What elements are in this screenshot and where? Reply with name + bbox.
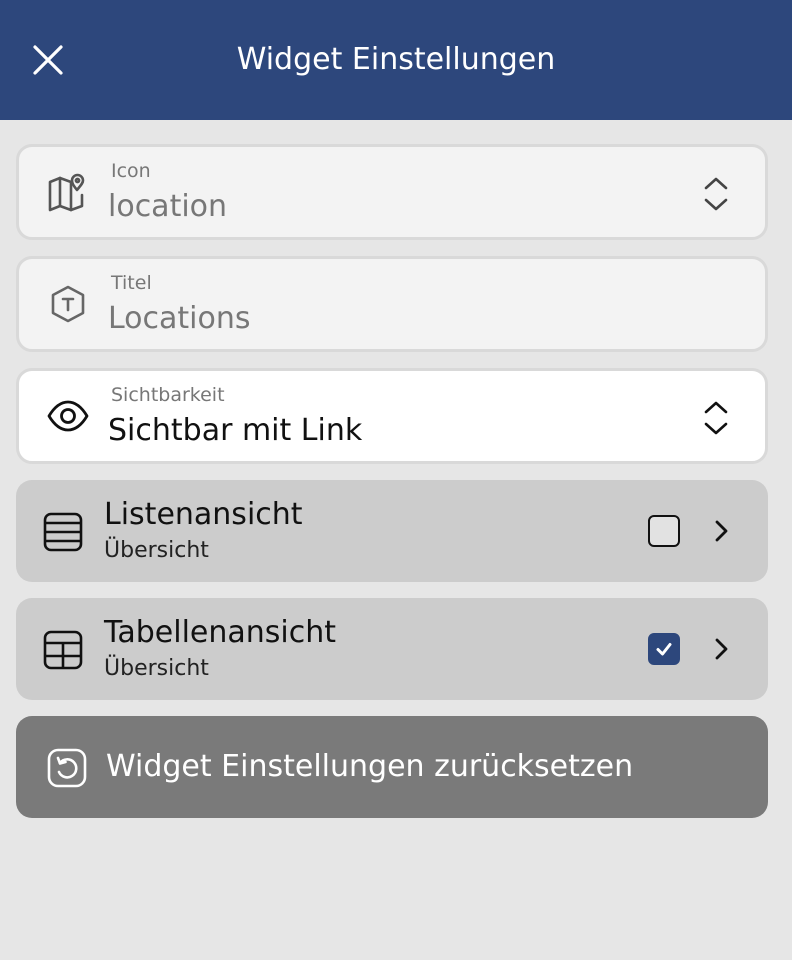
table-view-icon bbox=[43, 630, 83, 670]
table-view-title: Tabellenansicht bbox=[104, 615, 337, 650]
icon-field-value: location bbox=[108, 189, 228, 224]
list-view-subtitle: Übersicht bbox=[104, 538, 209, 563]
list-view-checkbox[interactable] bbox=[648, 515, 680, 547]
chevron-right-icon[interactable] bbox=[710, 518, 732, 544]
title-field-label: Titel bbox=[111, 272, 152, 294]
visibility-select-field[interactable]: Sichtbarkeit Sichtbar mit Link bbox=[16, 368, 768, 464]
list-view-title: Listenansicht bbox=[104, 497, 303, 532]
eye-icon bbox=[47, 395, 89, 437]
visibility-field-value: Sichtbar mit Link bbox=[108, 413, 363, 448]
app-header: Widget Einstellungen bbox=[0, 0, 792, 120]
chevron-right-icon[interactable] bbox=[710, 636, 732, 662]
list-view-card[interactable]: Listenansicht Übersicht bbox=[16, 480, 768, 582]
chevron-up-down-icon bbox=[704, 401, 728, 435]
table-view-subtitle: Übersicht bbox=[104, 656, 209, 681]
checkmark-icon bbox=[656, 643, 672, 656]
title-field-value: Locations bbox=[108, 301, 251, 336]
chevron-up-down-icon bbox=[704, 177, 728, 211]
visibility-field-label: Sichtbarkeit bbox=[111, 384, 225, 406]
icon-select-field[interactable]: Icon location bbox=[16, 144, 768, 240]
table-view-checkbox[interactable] bbox=[648, 633, 680, 665]
title-input-field[interactable]: Titel Locations bbox=[16, 256, 768, 352]
reset-icon bbox=[47, 748, 87, 788]
reset-widget-settings-button[interactable]: Widget Einstellungen zurücksetzen bbox=[16, 716, 768, 818]
page-title: Widget Einstellungen bbox=[236, 42, 556, 77]
title-hexagon-icon bbox=[47, 283, 89, 325]
list-view-icon bbox=[43, 512, 83, 552]
map-pin-icon bbox=[47, 171, 89, 213]
icon-field-label: Icon bbox=[111, 160, 151, 182]
reset-button-label: Widget Einstellungen zurücksetzen bbox=[106, 749, 634, 784]
table-view-card[interactable]: Tabellenansicht Übersicht bbox=[16, 598, 768, 700]
